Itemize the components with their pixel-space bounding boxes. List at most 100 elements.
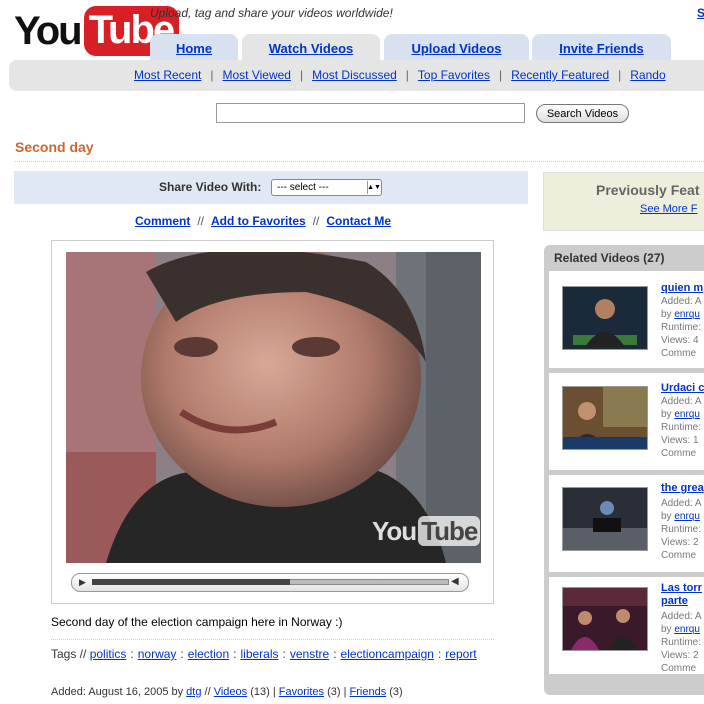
tab-watch-videos[interactable]: Watch Videos (242, 34, 380, 62)
related-runtime: Runtime: (661, 524, 702, 535)
previously-featured-box (543, 172, 704, 231)
related-user-link[interactable]: enrqu (674, 511, 700, 522)
related-by-label: by (661, 624, 672, 635)
subnav-separator: | (405, 68, 409, 82)
related-by: by enrqu (661, 408, 702, 421)
subnav-separator: | (618, 68, 622, 82)
related-added: Added: A (661, 611, 702, 622)
subnav-most-viewed[interactable]: Most Viewed (222, 68, 290, 82)
video-title: Second day (15, 139, 94, 155)
related-comments: Comme (661, 448, 697, 459)
tag-link[interactable]: politics (90, 647, 127, 661)
tag-link[interactable]: venstre (290, 647, 329, 661)
search-videos-button[interactable]: Search Videos (536, 104, 629, 123)
related-video-thumbnail[interactable] (562, 487, 648, 551)
tag-link[interactable]: electioncampaign (341, 647, 434, 661)
related-user-link[interactable]: enrqu (674, 409, 700, 420)
related-video-thumbnail[interactable] (562, 386, 648, 450)
related-video-title[interactable]: Urdaci c (661, 382, 704, 394)
select-arrows-icon: ▲▼ (367, 181, 381, 194)
add-to-favorites-link[interactable]: Add to Favorites (211, 214, 306, 228)
tag-separator: : (333, 647, 337, 661)
related-video-title[interactable]: Las torr (661, 582, 702, 594)
action-separator: // (312, 214, 320, 228)
related-runtime: Runtime: (661, 422, 702, 433)
related-by: by enrqu (661, 510, 702, 523)
related-views: Views: 2 (661, 537, 699, 548)
related-added: Added: A (661, 498, 702, 509)
thumbnail-image (563, 287, 647, 349)
thumbnail-image (563, 387, 647, 449)
logo-you-text: You (14, 8, 83, 53)
favorites-count: (3) (327, 686, 341, 698)
subnav-most-recent[interactable]: Most Recent (134, 68, 201, 82)
signup-link[interactable]: S (697, 6, 704, 20)
volume-icon[interactable]: ◀ (451, 576, 459, 587)
related-comments: Comme (661, 550, 697, 561)
subnav-random[interactable]: Rando (630, 68, 665, 82)
user-friends-link[interactable]: Friends (350, 686, 387, 698)
tag-link[interactable]: norway (138, 647, 177, 661)
tagline: Upload, tag and share your videos worldw… (150, 6, 393, 20)
videos-count: (13) (250, 686, 270, 698)
tag-separator: : (437, 647, 442, 661)
subnav-most-discussed[interactable]: Most Discussed (312, 68, 397, 82)
related-user-link[interactable]: enrqu (674, 309, 700, 320)
related-views: Views: 1 (661, 435, 699, 446)
related-views: Views: 2 (661, 650, 699, 661)
author-link[interactable]: dtg (186, 686, 201, 698)
related-video-meta: Added: A by enrqu Runtime: Views: 2 Comm… (661, 610, 702, 675)
previously-featured-title: Previously Feat (596, 182, 700, 198)
user-favorites-link[interactable]: Favorites (279, 686, 324, 698)
title-divider (15, 161, 704, 162)
description-divider (51, 639, 494, 640)
tag-separator: : (282, 647, 286, 661)
tags-line: Tags // politics: norway: election: liberal… (51, 647, 477, 661)
related-video-title-line2[interactable]: parte (661, 595, 688, 607)
comment-link[interactable]: Comment (135, 214, 190, 228)
thumbnail-image (563, 488, 647, 550)
related-video-thumbnail[interactable] (562, 286, 648, 350)
related-video-title[interactable]: quien m (661, 282, 703, 294)
tab-home[interactable]: Home (150, 34, 238, 62)
seek-progress (92, 579, 290, 585)
tag-link[interactable]: liberals (240, 647, 278, 661)
related-runtime: Runtime: (661, 637, 702, 648)
user-videos-link[interactable]: Videos (214, 686, 247, 698)
contact-me-link[interactable]: Contact Me (326, 214, 391, 228)
subnav-links: Most Recent | Most Viewed | Most Discussed | T… (134, 68, 666, 82)
play-icon[interactable]: ▶ (79, 577, 86, 588)
related-user-link[interactable]: enrqu (674, 624, 700, 635)
video-actions: Comment // Add to Favorites // Contact Me (135, 214, 391, 228)
search-input[interactable] (216, 103, 525, 123)
related-by: by enrqu (661, 308, 702, 321)
share-select[interactable]: --- select --- ▲▼ (271, 179, 382, 196)
tab-invite-friends[interactable]: Invite Friends (532, 34, 671, 62)
subnav-recently-featured[interactable]: Recently Featured (511, 68, 609, 82)
youtube-watermark: You Tube (372, 516, 481, 547)
subnav-top-favorites[interactable]: Top Favorites (418, 68, 490, 82)
share-select-value: --- select --- (277, 182, 329, 193)
tab-upload-videos[interactable]: Upload Videos (384, 34, 529, 62)
tag-link[interactable]: election (188, 647, 229, 661)
related-by-label: by (661, 309, 672, 320)
subnav-separator: | (210, 68, 214, 82)
related-views: Views: 4 (661, 335, 699, 346)
friends-count: (3) (389, 686, 403, 698)
related-runtime: Runtime: (661, 322, 702, 333)
added-separator: // (204, 686, 211, 698)
action-separator: // (197, 214, 205, 228)
related-video-thumbnail[interactable] (562, 587, 648, 651)
related-video-title[interactable]: the grea (661, 482, 704, 494)
related-video-meta: Added: A by enrqu Runtime: Views: 1 Comm… (661, 395, 702, 460)
tag-link[interactable]: report (445, 647, 476, 661)
video-description: Second day of the election campaign here… (51, 615, 343, 629)
added-line: Added: August 16, 2005 by dtg // Videos … (51, 686, 403, 698)
thumbnail-image (563, 588, 647, 650)
see-more-featured-link[interactable]: See More F (640, 203, 697, 215)
related-by: by enrqu (661, 623, 702, 636)
added-date: Added: August 16, 2005 by (51, 686, 184, 698)
related-comments: Comme (661, 348, 697, 359)
related-by-label: by (661, 409, 672, 420)
tag-separator: : (180, 647, 184, 661)
